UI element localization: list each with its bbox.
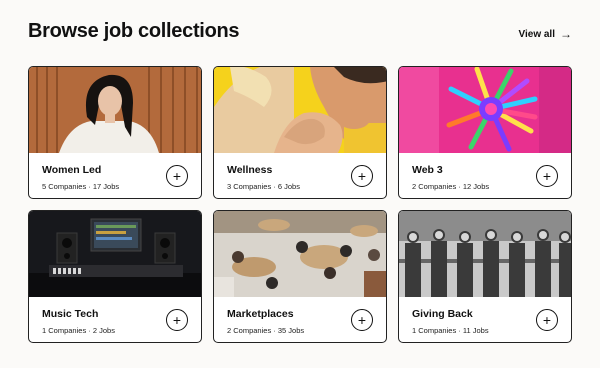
collection-card-body: Women Led 5 Companies · 17 Jobs + — [29, 153, 201, 198]
collection-meta: 3 Companies · 6 Jobs — [227, 182, 300, 191]
collection-jobs: 2 Jobs — [92, 326, 115, 335]
collection-image-giving-back — [399, 211, 571, 297]
collection-companies: 5 Companies — [42, 182, 87, 191]
plus-icon[interactable]: + — [536, 309, 558, 331]
collection-image-women-led — [29, 67, 201, 153]
collection-card-body: Giving Back 1 Companies · 11 Jobs + — [399, 297, 571, 342]
collection-title: Wellness — [227, 164, 273, 176]
collections-grid: Women Led 5 Companies · 17 Jobs + Wellne… — [28, 66, 572, 343]
collection-jobs: 35 Jobs — [277, 326, 305, 335]
collection-meta: 5 Companies · 17 Jobs — [42, 182, 120, 191]
collection-card-body: Web 3 2 Companies · 12 Jobs + — [399, 153, 571, 198]
collection-jobs: 11 Jobs — [462, 326, 489, 335]
collection-title: Music Tech — [42, 308, 99, 320]
collection-card-wellness[interactable]: Wellness 3 Companies · 6 Jobs + — [213, 66, 387, 199]
arrow-right-icon: → — [560, 27, 572, 41]
collection-card-body: Marketplaces 2 Companies · 35 Jobs + — [214, 297, 386, 342]
collection-title: Giving Back — [412, 308, 473, 320]
collection-card-women-led[interactable]: Women Led 5 Companies · 17 Jobs + — [28, 66, 202, 199]
collection-jobs: 17 Jobs — [92, 182, 120, 191]
collection-image-marketplaces — [214, 211, 386, 297]
collection-card-body: Music Tech 1 Companies · 2 Jobs + — [29, 297, 201, 342]
collection-jobs: 6 Jobs — [277, 182, 300, 191]
collection-companies: 2 Companies — [227, 326, 272, 335]
collection-companies: 3 Companies — [227, 182, 272, 191]
collection-card-giving-back[interactable]: Giving Back 1 Companies · 11 Jobs + — [398, 210, 572, 343]
plus-icon[interactable]: + — [166, 309, 188, 331]
collection-title: Web 3 — [412, 164, 443, 176]
collection-image-wellness — [214, 67, 386, 153]
collection-jobs: 12 Jobs — [462, 182, 490, 191]
collection-title: Women Led — [42, 164, 102, 176]
collection-companies: 1 Companies — [412, 326, 457, 335]
collection-meta: 2 Companies · 35 Jobs — [227, 326, 305, 335]
page-title: Browse job collections — [28, 20, 240, 42]
plus-icon[interactable]: + — [536, 165, 558, 187]
collection-meta: 2 Companies · 12 Jobs — [412, 182, 490, 191]
collection-card-marketplaces[interactable]: Marketplaces 2 Companies · 35 Jobs + — [213, 210, 387, 343]
collection-card-music-tech[interactable]: Music Tech 1 Companies · 2 Jobs + — [28, 210, 202, 343]
collection-image-web-3 — [399, 67, 571, 153]
view-all-link[interactable]: View all → — [518, 28, 572, 40]
collection-companies: 1 Companies — [42, 326, 87, 335]
view-all-label: View all — [518, 28, 555, 40]
collection-title: Marketplaces — [227, 308, 294, 320]
collection-card-body: Wellness 3 Companies · 6 Jobs + — [214, 153, 386, 198]
collection-card-web-3[interactable]: Web 3 2 Companies · 12 Jobs + — [398, 66, 572, 199]
collection-meta: 1 Companies · 2 Jobs — [42, 326, 115, 335]
collection-companies: 2 Companies — [412, 182, 457, 191]
collection-meta: 1 Companies · 11 Jobs — [412, 326, 489, 335]
plus-icon[interactable]: + — [351, 165, 373, 187]
collection-image-music-tech — [29, 211, 201, 297]
plus-icon[interactable]: + — [351, 309, 373, 331]
plus-icon[interactable]: + — [166, 165, 188, 187]
